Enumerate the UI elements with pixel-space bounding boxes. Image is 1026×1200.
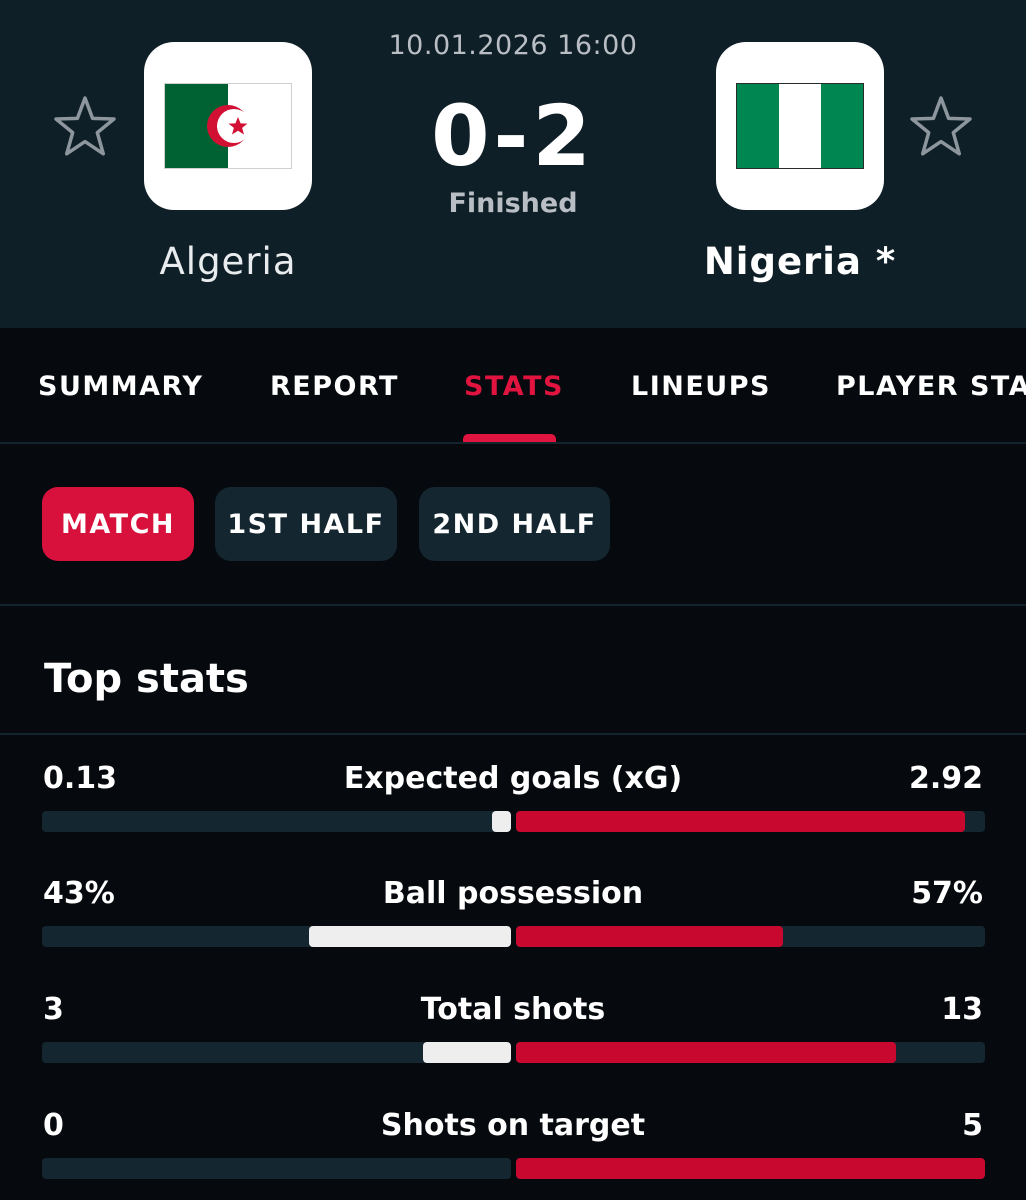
stat-row: 0.13 Expected goals (xG) 2.92: [0, 757, 1026, 847]
tab-lineups[interactable]: LINEUPS: [631, 371, 771, 402]
favorite-away-star-icon[interactable]: [906, 92, 976, 162]
match-header: 10.01.2026 16:00 0-2 Finished Algeria Ni…: [0, 0, 1026, 328]
stat-label: Expected goals (xG): [343, 761, 683, 796]
stat-away-value: 57%: [911, 876, 983, 911]
tab-player-stats[interactable]: PLAYER STATS: [836, 371, 1026, 402]
tab-report[interactable]: REPORT: [270, 371, 399, 402]
stat-home-bar-track: [42, 926, 511, 947]
match-tabs: SUMMARY REPORT STATS LINEUPS PLAYER STAT…: [0, 328, 1026, 444]
stat-away-bar-track: [516, 811, 985, 832]
stat-row: 0 Shots on target 5: [0, 1104, 1026, 1194]
stat-row: 3 Total shots 13: [0, 988, 1026, 1078]
stat-label: Total shots: [420, 992, 606, 1027]
stat-row: 43% Ball possession 57%: [0, 872, 1026, 962]
stat-away-value: 13: [941, 992, 983, 1027]
tab-summary[interactable]: SUMMARY: [38, 371, 203, 402]
period-filter: MATCH 1ST HALF 2ND HALF: [0, 446, 1026, 606]
algeria-flag-icon: [164, 83, 292, 169]
away-team-name[interactable]: Nigeria *: [650, 240, 950, 283]
tab-stats[interactable]: STATS: [464, 371, 564, 402]
stat-home-bar: [422, 1042, 511, 1063]
active-tab-indicator: [463, 434, 556, 442]
nigeria-flag-icon: [736, 83, 864, 169]
stat-away-value: 2.92: [908, 761, 983, 796]
stat-home-bar-track: [42, 1158, 511, 1179]
stat-label: Ball possession: [382, 876, 644, 911]
period-second-half-button[interactable]: 2ND HALF: [419, 487, 610, 561]
period-first-half-button[interactable]: 1ST HALF: [215, 487, 397, 561]
stat-away-bar-track: [516, 1042, 985, 1063]
stat-away-bar: [516, 926, 784, 947]
away-team-crest[interactable]: [716, 42, 884, 210]
stat-away-bar-track: [516, 926, 985, 947]
period-match-button[interactable]: MATCH: [42, 487, 194, 561]
stat-away-value: 5: [962, 1108, 983, 1143]
stat-home-bar: [309, 926, 511, 947]
stat-home-bar-track: [42, 1042, 511, 1063]
section-title: Top stats: [44, 656, 249, 702]
stat-away-bar: [516, 1158, 985, 1179]
stat-home-bar-track: [42, 811, 511, 832]
stat-home-bar: [492, 811, 511, 832]
section-divider: [0, 733, 1026, 735]
stat-away-bar: [516, 811, 965, 832]
stat-away-bar-track: [516, 1158, 985, 1179]
stat-away-bar: [516, 1042, 896, 1063]
home-team-name[interactable]: Algeria: [78, 240, 378, 283]
home-team-crest[interactable]: [144, 42, 312, 210]
stat-label: Shots on target: [380, 1108, 646, 1143]
favorite-home-star-icon[interactable]: [50, 92, 120, 162]
